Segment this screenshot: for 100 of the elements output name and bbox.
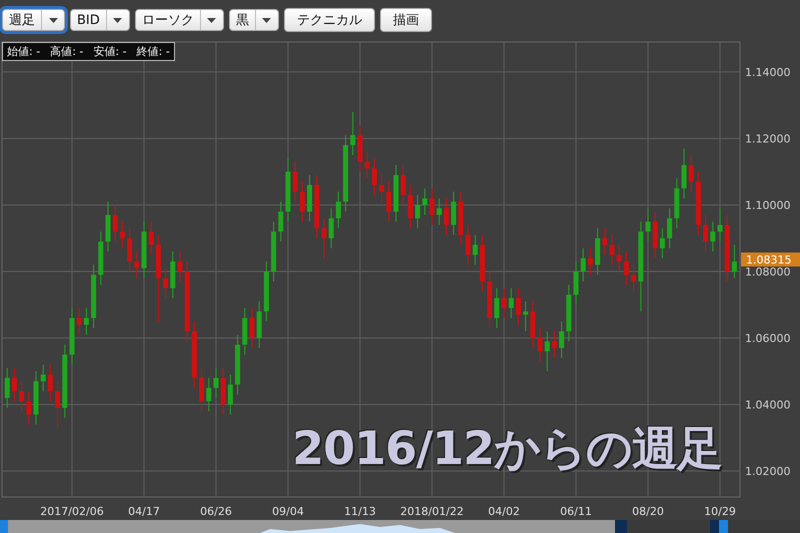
ohlc-value: 始値: - xyxy=(7,44,40,59)
current-price-badge: 1.08315 xyxy=(741,252,800,266)
candlestick xyxy=(206,377,212,412)
candlestick xyxy=(588,248,593,276)
candlestick xyxy=(12,367,17,402)
x-axis-label: 10/29 xyxy=(704,505,736,518)
candlestick xyxy=(364,151,370,179)
candlestick xyxy=(660,228,665,259)
candlestick xyxy=(379,174,384,202)
candlestick xyxy=(386,181,392,222)
candlestick xyxy=(178,251,182,282)
candlestick xyxy=(472,234,478,266)
candlestick xyxy=(199,367,204,412)
candlestick xyxy=(292,161,298,202)
candlestick xyxy=(559,320,564,358)
candlestick xyxy=(48,364,53,402)
candlestick xyxy=(76,308,82,336)
candlestick xyxy=(508,288,514,319)
dropdown[interactable]: 黒 xyxy=(228,9,279,31)
candlestick xyxy=(26,390,32,425)
y-axis-label: 1.06000 xyxy=(745,332,790,346)
dropdown-arrow-icon xyxy=(207,18,216,22)
candlestick xyxy=(544,330,550,372)
candlestick xyxy=(278,201,284,242)
dropdown-arrow-icon xyxy=(48,18,58,22)
y-axis-label: 1.08000 xyxy=(745,266,790,278)
candlestick xyxy=(624,251,629,286)
candlestick xyxy=(372,158,377,196)
candlestick xyxy=(134,251,140,279)
y-axis-label: 1.10000 xyxy=(745,198,790,212)
candlestick xyxy=(616,244,622,272)
candlestick xyxy=(84,308,89,336)
candlestick xyxy=(574,261,578,306)
candlestick xyxy=(40,364,46,392)
y-axis-label: 1.14000 xyxy=(745,66,790,79)
candlestick xyxy=(422,188,428,216)
candlestick xyxy=(148,221,154,256)
dropdown-arrow-icon xyxy=(113,18,122,22)
candlestick xyxy=(710,221,716,252)
candlestick xyxy=(552,330,557,358)
candlestick xyxy=(436,198,442,226)
candlestick xyxy=(300,181,305,222)
candlestick xyxy=(120,221,125,249)
candlestick xyxy=(350,111,356,156)
candlestick xyxy=(322,218,326,259)
candlestick xyxy=(682,148,686,199)
toolbar-button[interactable]: 描画 xyxy=(380,8,432,32)
x-axis-label: 04/17 xyxy=(128,505,160,518)
candlestick xyxy=(4,367,10,408)
dropdown-arrow-icon xyxy=(262,18,272,22)
candlestick xyxy=(55,380,60,428)
dropdown[interactable]: ローソク xyxy=(134,9,224,31)
candlestick xyxy=(703,214,708,252)
candlestick xyxy=(451,191,456,236)
candlestick xyxy=(400,164,406,206)
candlestick xyxy=(328,208,334,249)
candlestick xyxy=(602,228,608,256)
y-axis-label: 1.02000 xyxy=(745,465,790,478)
x-axis-label: 06/26 xyxy=(200,505,232,518)
ohlc-value: 安値: - xyxy=(93,44,127,59)
candlestick xyxy=(112,204,118,242)
candlestick xyxy=(466,224,470,266)
candlestick xyxy=(430,188,434,226)
candlestick xyxy=(646,208,650,242)
candlestick xyxy=(610,234,614,266)
x-axis-label: 09/04 xyxy=(272,505,304,518)
candlestick xyxy=(163,268,168,299)
ohlc-value: 高値: - xyxy=(50,44,84,59)
x-axis-label: 2018/01/22 xyxy=(400,505,464,518)
y-axis-label: 1.04000 xyxy=(745,398,790,412)
candlestick xyxy=(538,328,542,362)
candlestick xyxy=(214,367,218,398)
candlestick xyxy=(127,228,132,272)
candlestick xyxy=(580,248,586,282)
dropdown[interactable]: 週足 xyxy=(2,9,65,31)
x-axis-label: 2017/02/06 xyxy=(40,505,104,518)
overlay-caption: 2016/12からの週足 xyxy=(292,420,722,477)
toolbar-button[interactable]: テクニカル xyxy=(284,8,375,32)
candlestick xyxy=(444,198,449,236)
x-axis-label: 08/20 xyxy=(632,505,664,518)
candlestick xyxy=(228,374,233,416)
candlestick xyxy=(250,308,254,348)
candlestick xyxy=(631,264,636,292)
candlestick xyxy=(688,154,694,192)
x-axis-label: 11/13 xyxy=(344,505,376,518)
candlestick xyxy=(494,288,500,329)
candlestick xyxy=(415,194,420,229)
candlestick xyxy=(19,380,24,412)
candlestick xyxy=(732,244,737,279)
y-axis-label: 1.12000 xyxy=(745,132,790,146)
candlestick xyxy=(408,184,413,229)
x-axis-label: 06/11 xyxy=(560,505,592,518)
candlestick xyxy=(667,208,672,249)
candlestick xyxy=(523,300,528,332)
x-axis-label: 04/02 xyxy=(488,505,520,518)
ohlc-value: 終値: - xyxy=(136,44,170,59)
candlestick xyxy=(502,288,506,319)
candlestick xyxy=(718,208,722,242)
dropdown[interactable]: BID xyxy=(70,9,130,31)
candlestick xyxy=(336,191,341,229)
